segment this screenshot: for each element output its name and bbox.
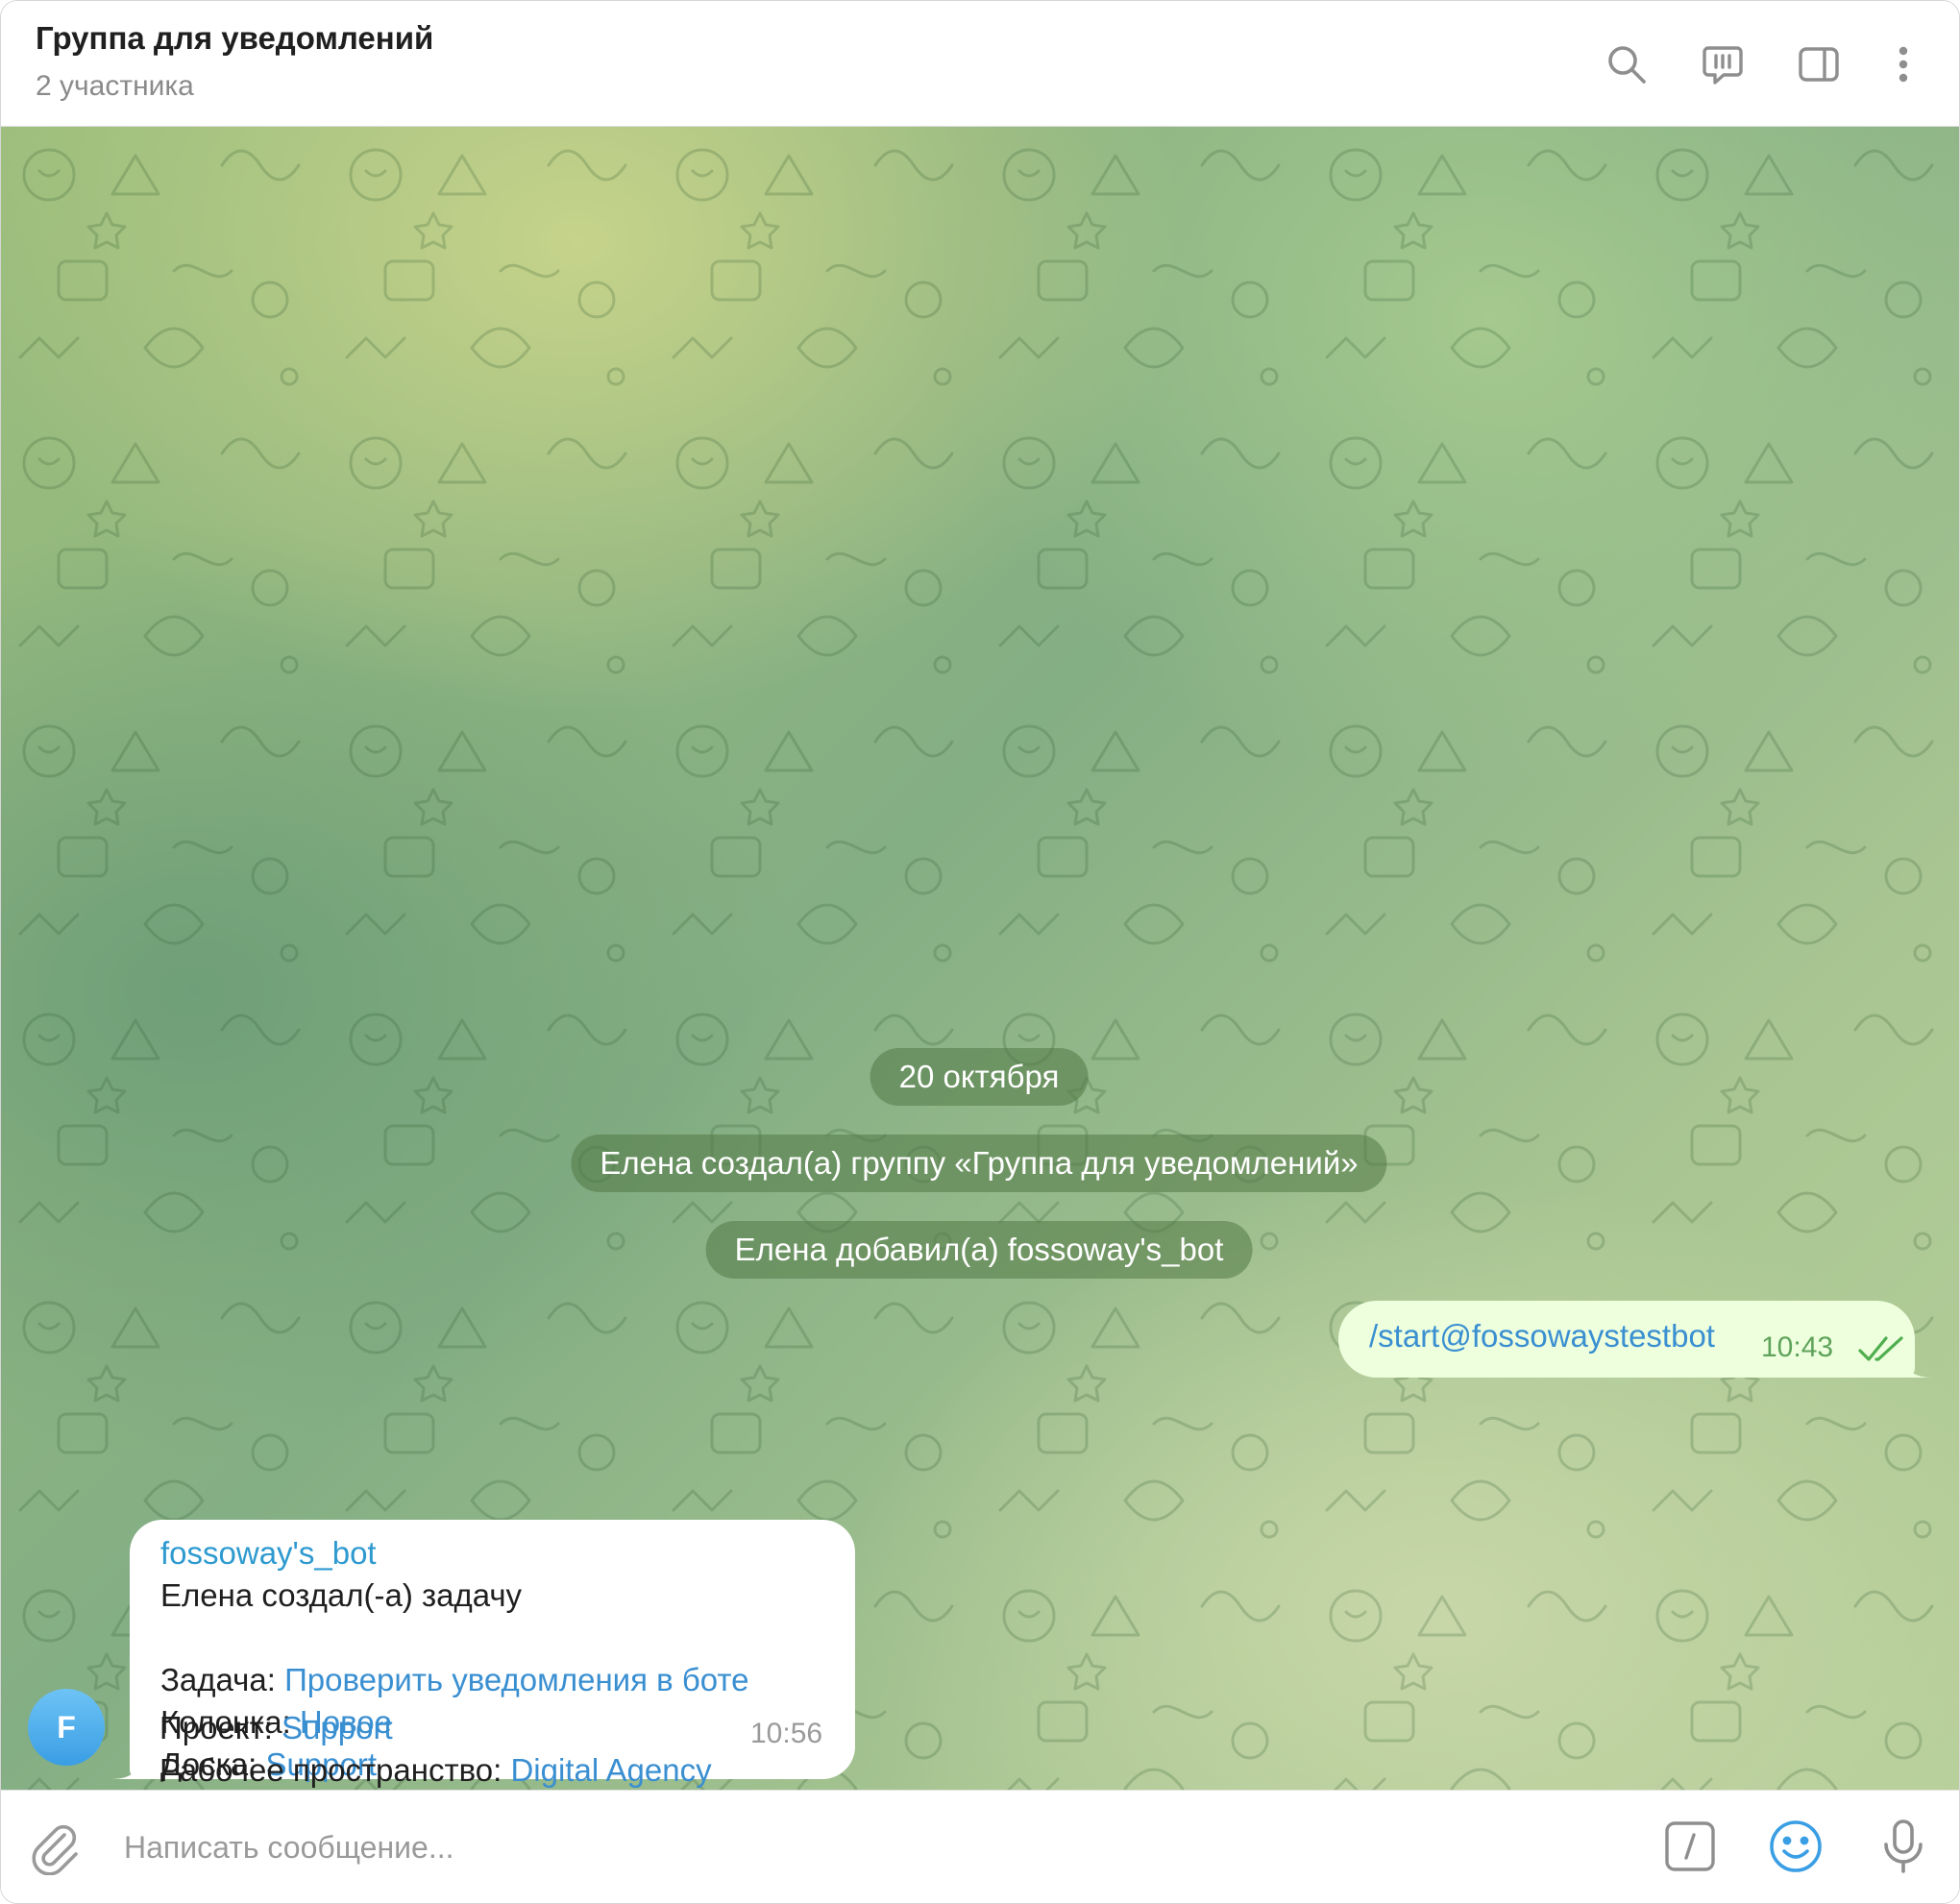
field-project: Проект: Support (159, 1710, 393, 1746)
chat-header[interactable]: Группа для уведомлений 2 участника (1, 1, 1959, 127)
composer-bar (1, 1790, 1959, 1903)
bot-avatar[interactable]: F (28, 1689, 105, 1766)
topics-icon[interactable] (1694, 36, 1752, 93)
service-message-bot-added: Елена добавил(а) fossoway's_bot (705, 1221, 1253, 1279)
service-message-group-created: Елена создал(а) группу «Группа для уведо… (571, 1135, 1387, 1192)
project-link[interactable]: Support (282, 1710, 393, 1745)
incoming-message-time: 10:56 (750, 1718, 823, 1749)
double-check-icon (1858, 1336, 1903, 1361)
sidebar-toggle-icon[interactable] (1790, 36, 1848, 93)
outgoing-message[interactable]: /start@fossowaystestbot 10:43 (1338, 1301, 1915, 1378)
outgoing-message-text[interactable]: /start@fossowaystestbot (1369, 1318, 1715, 1355)
field-workspace: Рабочее пространство: Digital Agency (159, 1752, 712, 1789)
date-separator: 20 октября (870, 1048, 1089, 1106)
field-label: Рабочее пространство: (159, 1752, 511, 1788)
field-task: Задача: Проверить уведомления в боте (160, 1662, 748, 1698)
emoji-icon[interactable] (1767, 1818, 1825, 1875)
field-label: Задача: (160, 1662, 285, 1697)
task-link[interactable]: Проверить уведомления в боте (284, 1662, 748, 1697)
member-count[interactable]: 2 участника (36, 70, 194, 103)
message-input[interactable] (122, 1819, 1567, 1875)
microphone-icon[interactable] (1874, 1818, 1932, 1875)
workspace-link[interactable]: Digital Agency (510, 1752, 711, 1788)
message-intro: Елена создал(-а) задачу (160, 1577, 523, 1613)
telegram-window: Группа для уведомлений 2 участника 20 ок… (0, 0, 1960, 1904)
search-icon[interactable] (1598, 36, 1655, 93)
chat-title[interactable]: Группа для уведомлений (36, 20, 433, 57)
paperclip-icon[interactable] (26, 1818, 84, 1875)
field-label: Проект: (159, 1710, 282, 1745)
chat-background: 20 октября Елена создал(а) группу «Групп… (1, 127, 1959, 1790)
more-vertical-icon[interactable] (1874, 36, 1932, 93)
bot-command-icon[interactable] (1661, 1818, 1719, 1875)
sender-name[interactable]: fossoway's_bot (160, 1535, 377, 1572)
outgoing-message-time: 10:43 (1761, 1331, 1834, 1363)
